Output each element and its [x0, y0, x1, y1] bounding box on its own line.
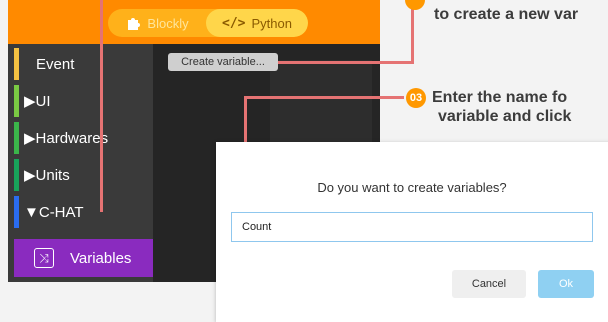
category-label: Units — [35, 166, 70, 184]
category-label: Variables — [70, 249, 132, 267]
category-ui[interactable]: ▶ UI — [14, 83, 153, 119]
category-label: UI — [35, 92, 51, 110]
category-hardwares[interactable]: ▶ Hardwares — [14, 120, 153, 156]
expand-arrow-icon: ▶ — [24, 93, 36, 110]
guide-line — [100, 0, 103, 212]
category-color-bar — [14, 85, 19, 117]
create-variable-dialog: Do you want to create variables? Count C… — [216, 142, 608, 322]
step-badge — [405, 0, 425, 10]
editor-top-bar: Blockly </> Python — [8, 0, 380, 44]
category-event[interactable]: Event — [14, 46, 153, 82]
expand-arrow-icon: ▶ — [24, 130, 36, 147]
create-variable-button[interactable]: Create variable... — [168, 53, 278, 71]
python-label: Python — [251, 15, 292, 31]
ok-button[interactable]: Ok — [538, 270, 594, 298]
category-label: C-HAT — [38, 203, 84, 221]
dialog-question: Do you want to create variables? — [317, 180, 507, 195]
python-mode-button[interactable]: </> Python — [206, 9, 308, 37]
expand-arrow-icon: ▶ — [24, 167, 36, 184]
category-variables[interactable]: ⤨ Variables — [14, 239, 153, 277]
category-color-bar — [14, 159, 19, 191]
step3-line2: variable and click — [438, 108, 572, 125]
category-label: Hardwares — [35, 129, 109, 147]
step-badge: 03 — [406, 88, 426, 108]
category-c-hat[interactable]: ▼ C-HAT — [14, 194, 153, 230]
step2-instruction: to create a new var — [434, 6, 579, 23]
code-icon: </> — [222, 15, 246, 31]
step3-instruction: 03 Enter the name fo — [406, 88, 567, 108]
collapse-arrow-icon: ▼ — [24, 203, 39, 221]
variable-name-input[interactable]: Count — [231, 212, 593, 242]
variables-icon: ⤨ — [34, 248, 54, 268]
category-color-bar — [14, 48, 19, 80]
category-color-bar — [14, 196, 19, 228]
guide-line — [244, 96, 404, 99]
blockly-label: Blockly — [147, 15, 189, 31]
cancel-button[interactable]: Cancel — [452, 270, 526, 298]
category-label: Event — [36, 55, 75, 73]
step3-line1: Enter the name fo — [432, 89, 568, 107]
mode-toggle[interactable]: Blockly </> Python — [108, 9, 308, 37]
category-units[interactable]: ▶ Units — [14, 157, 153, 193]
category-color-bar — [14, 122, 19, 154]
category-panel: Event ▶ UI ▶ Hardwares ▶ Units ▼ C-HAT ⤨… — [8, 44, 153, 282]
blockly-mode-button[interactable]: Blockly — [108, 9, 206, 37]
puzzle-icon — [128, 18, 141, 30]
guide-line — [278, 61, 414, 64]
